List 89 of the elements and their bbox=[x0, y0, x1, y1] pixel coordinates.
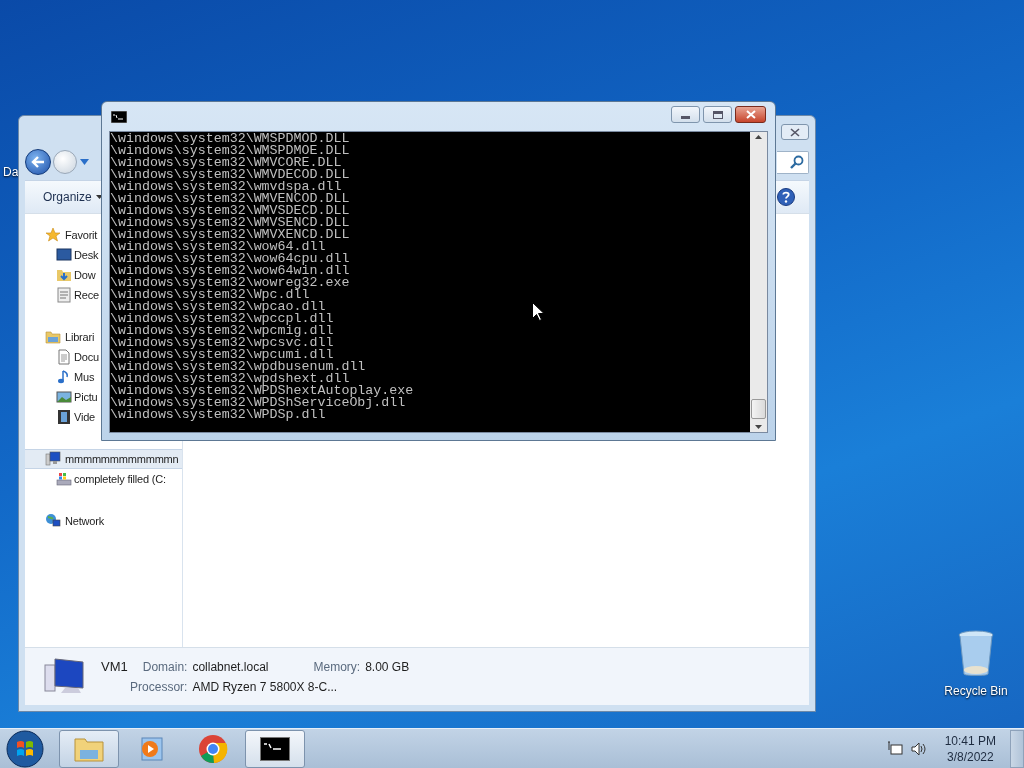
document-icon bbox=[56, 349, 72, 365]
clock-date[interactable]: 3/8/2022 bbox=[946, 748, 994, 765]
minimize-icon bbox=[681, 116, 690, 119]
console-line: \windows\system32\wowreg32.exe bbox=[110, 277, 350, 289]
console-icon bbox=[111, 110, 127, 123]
console-line: \windows\system32\wpdbusenum.dll bbox=[110, 361, 366, 373]
console-line: \windows\system32\wow64win.dll bbox=[110, 265, 350, 277]
nav-item[interactable]: Favorit bbox=[25, 225, 98, 245]
console-line: \windows\system32\wpcsvc.dll bbox=[110, 337, 334, 349]
console-icon bbox=[260, 736, 290, 761]
console-line: \windows\system32\wpcao.dll bbox=[110, 301, 326, 313]
recent-icon bbox=[56, 287, 72, 303]
desktop-icon-label[interactable]: Da bbox=[3, 163, 19, 181]
search-icon bbox=[790, 155, 804, 169]
taskbar-button[interactable] bbox=[245, 729, 305, 768]
desktop-icon bbox=[56, 247, 72, 263]
console-line: \windows\system32\WMVENCOD.DLL bbox=[110, 193, 350, 205]
media-player-icon bbox=[138, 735, 164, 762]
folder-icon bbox=[74, 735, 104, 762]
back-button[interactable] bbox=[25, 149, 51, 175]
console-line: \windows\system32\wow64.dll bbox=[110, 241, 326, 253]
console-line: \windows\system32\wpccpl.dll bbox=[110, 313, 334, 325]
console-line: \windows\system32\WMSPDMOE.DLL bbox=[110, 145, 350, 157]
console-line: \windows\system32\WMVSDECD.DLL bbox=[110, 205, 350, 217]
star-icon bbox=[45, 227, 61, 243]
console-line: \windows\system32\WMVSENCD.DLL bbox=[110, 217, 350, 229]
field-label: Processor: bbox=[129, 678, 188, 696]
caret-icon[interactable] bbox=[80, 159, 89, 165]
help-icon[interactable] bbox=[777, 188, 795, 206]
drive-icon bbox=[56, 471, 72, 487]
scrollbar-thumb[interactable] bbox=[751, 399, 766, 419]
nav-item[interactable]: Mus bbox=[25, 367, 95, 387]
console-line: \windows\system32\wow64cpu.dll bbox=[110, 253, 350, 265]
console-line: \windows\system32\WMSPDMOD.DLL bbox=[110, 133, 350, 145]
up-arrow-icon[interactable] bbox=[755, 135, 762, 139]
trash-bin-icon[interactable] bbox=[958, 630, 994, 678]
field-label: Memory: bbox=[313, 659, 361, 677]
console-line: \windows\system32\WPDShServiceObj.dll bbox=[110, 397, 406, 409]
network-icon bbox=[45, 513, 61, 529]
folder-arrow-icon bbox=[56, 267, 72, 283]
library-icon bbox=[45, 329, 61, 345]
console-line: \windows\system32\WMVCORE.DLL bbox=[110, 157, 342, 169]
nav-item[interactable]: Dow bbox=[25, 265, 96, 285]
film-icon bbox=[56, 409, 72, 425]
nav-item[interactable]: mmmmmmmmmmmmn bbox=[25, 449, 182, 469]
nav-item[interactable]: completely filled (C: bbox=[25, 469, 166, 489]
scrollbar[interactable] bbox=[750, 132, 767, 432]
console-line: \windows\system32\WMVDECOD.DLL bbox=[110, 169, 350, 181]
maximize-button[interactable] bbox=[703, 106, 732, 123]
clock-time[interactable]: 10:41 PM bbox=[944, 732, 996, 749]
console-line: \windows\system32\WMVXENCD.DLL bbox=[110, 229, 350, 241]
maximize-icon bbox=[712, 110, 723, 119]
mouse-cursor-icon bbox=[532, 302, 544, 321]
down-arrow-icon[interactable] bbox=[755, 425, 762, 429]
console-line: \windows\system32\wpcmig.dll bbox=[110, 325, 334, 337]
console-line: \windows\system32\Wpc.dll bbox=[110, 289, 310, 301]
network-icon[interactable] bbox=[886, 740, 903, 757]
console-line: \windows\system32\wpdshext.dll bbox=[110, 373, 350, 385]
close-button[interactable] bbox=[781, 124, 809, 140]
minimize-button[interactable] bbox=[671, 106, 700, 123]
nav-item[interactable]: Librari bbox=[25, 327, 95, 347]
field-value: collabnet.local bbox=[192, 659, 270, 677]
organize-button[interactable]: Organize bbox=[43, 188, 103, 206]
computer-icon bbox=[45, 451, 61, 467]
field-value: AMD Ryzen 7 5800X 8-C... bbox=[192, 678, 339, 696]
close-button[interactable] bbox=[735, 106, 766, 123]
nav-item[interactable]: Docu bbox=[25, 347, 99, 367]
field-label: Domain: bbox=[142, 659, 188, 677]
field-value: 8.00 GB bbox=[365, 659, 410, 677]
nav-item[interactable]: Pictu bbox=[25, 387, 98, 407]
volume-icon[interactable] bbox=[910, 740, 927, 757]
caret-icon bbox=[95, 195, 103, 199]
back-arrow-icon bbox=[31, 156, 45, 168]
nav-item[interactable]: Vide bbox=[25, 407, 96, 427]
start-button[interactable] bbox=[5, 728, 45, 768]
close-icon bbox=[745, 110, 756, 119]
console-line: \windows\system32\WPDSp.dll bbox=[110, 409, 326, 421]
desktop-icon-label[interactable]: Recycle Bin bbox=[944, 682, 1008, 700]
computer-name: VM1 bbox=[101, 658, 129, 677]
chrome-icon bbox=[198, 733, 228, 764]
nav-item[interactable]: Rece bbox=[25, 285, 99, 305]
nav-item[interactable]: Desk bbox=[25, 245, 99, 265]
console-line: \windows\system32\WPDShextAutoplay.exe bbox=[110, 385, 414, 397]
search-field[interactable] bbox=[777, 150, 809, 174]
picture-icon bbox=[56, 389, 72, 405]
nav-item[interactable]: Network bbox=[25, 511, 104, 531]
close-icon bbox=[790, 127, 800, 137]
console-line: \windows\system32\wmvdspa.dll bbox=[110, 181, 342, 193]
console-line: \windows\system32\wpcumi.dll bbox=[110, 349, 334, 361]
